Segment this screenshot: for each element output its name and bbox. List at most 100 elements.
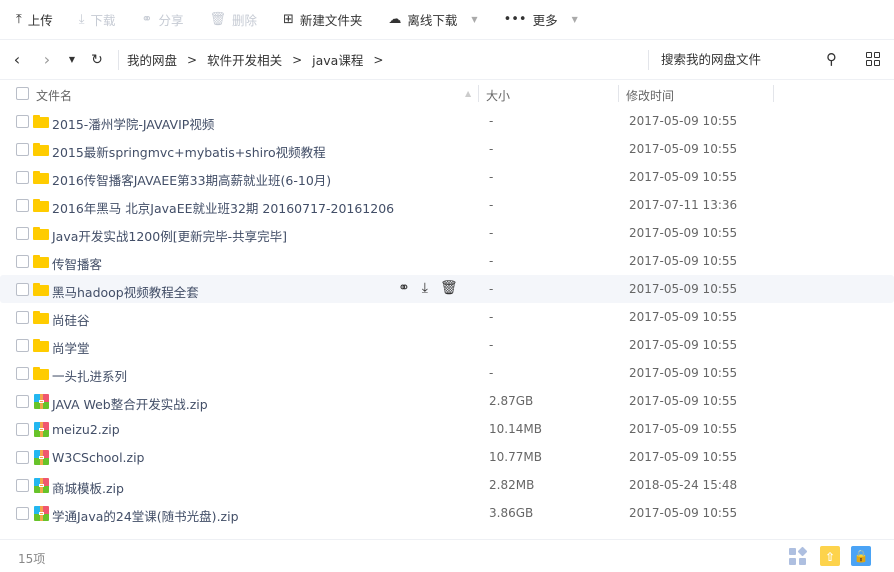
table-row[interactable]: Java开发实战1200例[更新完毕-共享完毕] - 2017-05-09 10:5… — [0, 219, 894, 247]
file-name[interactable]: Java开发实战1200例[更新完毕-共享完毕] — [52, 226, 287, 245]
chevron-right-icon: > — [292, 52, 303, 67]
file-modified-time: 2017-05-09 10:55 — [629, 450, 738, 464]
file-name[interactable]: 传智播客 — [52, 254, 102, 273]
download-button[interactable]: ⤓ 下载 — [79, 10, 116, 29]
download-icon[interactable]: ⤓ — [422, 280, 428, 296]
grid-view-icon[interactable] — [866, 52, 880, 66]
search-icon[interactable]: ⚲ — [826, 50, 837, 68]
breadcrumb-item[interactable]: java课程 — [312, 50, 363, 69]
folder-icon — [33, 255, 49, 268]
item-count: 15项 — [18, 552, 46, 566]
zip-icon — [34, 450, 49, 465]
row-checkbox[interactable] — [16, 171, 29, 184]
delete-button[interactable]: 🗑 删除 — [209, 10, 257, 29]
table-row[interactable]: W3CSchool.zip 10.77MB 2017-05-09 10:55 — [0, 443, 894, 471]
folder-icon — [33, 171, 49, 184]
column-divider[interactable] — [478, 85, 479, 102]
table-row[interactable]: 一头扎进系列 - 2017-05-09 10:55 — [0, 359, 894, 387]
refresh-button[interactable]: ↻ — [84, 52, 110, 68]
row-checkbox[interactable] — [16, 507, 29, 520]
folder-icon — [33, 143, 49, 156]
breadcrumb-item[interactable]: 软件开发相关 — [207, 50, 282, 69]
upload-button[interactable]: ⤒ 上传 — [16, 10, 53, 29]
apps-icon[interactable] — [789, 546, 808, 566]
breadcrumb-item[interactable]: 我的网盘 — [127, 50, 177, 69]
file-name[interactable]: 2016传智播客JAVAEE第33期高薪就业班(6-10月) — [52, 170, 331, 189]
row-checkbox[interactable] — [16, 451, 29, 464]
row-checkbox[interactable] — [16, 143, 29, 156]
more-button[interactable]: ••• 更多 ▼ — [504, 10, 578, 29]
column-time[interactable]: 修改时间 — [626, 87, 674, 104]
column-size[interactable]: 大小 — [486, 87, 510, 104]
row-checkbox[interactable] — [16, 199, 29, 212]
file-name[interactable]: 学通Java的24堂课(随书光盘).zip — [52, 506, 239, 525]
file-name[interactable]: 尚学堂 — [52, 338, 90, 357]
row-checkbox[interactable] — [16, 227, 29, 240]
chevron-down-icon[interactable]: ▼ — [572, 15, 578, 24]
forward-button[interactable]: › — [34, 50, 60, 69]
file-name[interactable]: 2015最新springmvc+mybatis+shiro视频教程 — [52, 142, 326, 161]
file-name[interactable]: 商城模板.zip — [52, 478, 124, 497]
file-list: 2015-潘州学院-JAVAVIP视频 -2017-05-09 10:55 2015… — [0, 107, 894, 527]
row-checkbox[interactable] — [16, 283, 29, 296]
file-modified-time: 2017-05-09 10:55 — [629, 422, 738, 436]
table-row[interactable]: JAVA Web整合开发实战.zip 2.87GB 2017-05-09 10:55 — [0, 387, 894, 415]
file-size: 3.86GB — [489, 506, 534, 520]
trash-icon[interactable]: 🗑 — [440, 280, 458, 296]
row-checkbox[interactable] — [16, 479, 29, 492]
new-folder-button[interactable]: ⊞ 新建文件夹 — [283, 10, 362, 29]
file-name[interactable]: meizu2.zip — [52, 422, 120, 437]
row-checkbox[interactable] — [16, 339, 29, 352]
row-checkbox[interactable] — [16, 423, 29, 436]
lock-icon[interactable]: 🔒 — [851, 546, 871, 566]
row-checkbox[interactable] — [16, 395, 29, 408]
file-modified-time: 2017-05-09 10:55 — [629, 282, 738, 296]
column-divider[interactable] — [618, 85, 619, 102]
table-row[interactable]: 2015最新springmvc+mybatis+shiro视频教程 - 2017-0… — [0, 135, 894, 163]
file-modified-time: 2017-05-09 10:55 — [629, 114, 738, 128]
folder-icon — [33, 311, 49, 324]
file-name[interactable]: 黑马hadoop视频教程全套 — [52, 282, 199, 301]
file-name[interactable]: 尚硅谷 — [52, 310, 90, 329]
file-name[interactable]: 一头扎进系列 — [52, 366, 127, 385]
toolbar: ⤒ 上传 ⤓ 下载 ⚭ 分享 🗑 删除 ⊞ 新建文件夹 ☁ 离线下载 ▼ ••• 更多 ▼ — [0, 0, 894, 40]
file-name[interactable]: 2015-潘州学院-JAVAVIP视频 — [52, 114, 214, 133]
table-row[interactable]: meizu2.zip 10.14MB 2017-05-09 10:55 — [0, 415, 894, 443]
column-divider[interactable] — [773, 85, 774, 102]
table-row[interactable]: 尚学堂 - 2017-05-09 10:55 — [0, 331, 894, 359]
upload-folder-icon[interactable]: ⇧ — [820, 546, 840, 566]
chevron-right-icon[interactable]: > — [373, 53, 383, 67]
file-name[interactable]: JAVA Web整合开发实战.zip — [52, 394, 208, 413]
file-name[interactable]: W3CSchool.zip — [52, 450, 144, 465]
table-header: 文件名 ▲ 大小 修改时间 — [0, 80, 894, 107]
share-button[interactable]: ⚭ 分享 — [142, 10, 184, 29]
offline-download-button[interactable]: ☁ 离线下载 ▼ — [388, 10, 477, 29]
share-icon[interactable]: ⚭ — [398, 280, 410, 296]
file-modified-time: 2017-05-09 10:55 — [629, 366, 738, 380]
table-row[interactable]: 黑马hadoop视频教程全套 ⚭ ⤓ 🗑 - 2017-05-09 10:55 — [0, 275, 894, 303]
table-row[interactable]: 2015-潘州学院-JAVAVIP视频 - 2017-05-09 10:55 — [0, 107, 894, 135]
table-row[interactable]: 传智播客 - 2017-05-09 10:55 — [0, 247, 894, 275]
row-checkbox[interactable] — [16, 367, 29, 380]
table-row[interactable]: 学通Java的24堂课(随书光盘).zip 3.86GB 2017-05-09 10… — [0, 499, 894, 527]
row-checkbox[interactable] — [16, 311, 29, 324]
file-modified-time: 2017-05-09 10:55 — [629, 310, 738, 324]
file-name[interactable]: 2016年黑马 北京JavaEE就业班32期 20160717-20161206 — [52, 198, 394, 217]
row-checkbox[interactable] — [16, 255, 29, 268]
history-dropdown[interactable]: ▼ — [64, 55, 80, 64]
file-size: 2.82MB — [489, 478, 535, 492]
cloud-icon: ☁ — [388, 12, 402, 27]
table-row[interactable]: 尚硅谷 - 2017-05-09 10:55 — [0, 303, 894, 331]
back-button[interactable]: ‹ — [4, 50, 30, 69]
select-all-checkbox[interactable] — [16, 87, 29, 100]
zip-icon — [34, 478, 49, 493]
chevron-down-icon[interactable]: ▼ — [471, 15, 477, 24]
table-row[interactable]: 商城模板.zip 2.82MB 2018-05-24 15:48 — [0, 471, 894, 499]
sort-icon: ▲ — [465, 89, 472, 98]
table-row[interactable]: 2016年黑马 北京JavaEE就业班32期 20160717-20161206… — [0, 191, 894, 219]
table-row[interactable]: 2016传智播客JAVAEE第33期高薪就业班(6-10月) - 2017-05-0… — [0, 163, 894, 191]
file-size: 10.14MB — [489, 422, 542, 436]
column-name[interactable]: 文件名 — [36, 87, 72, 104]
row-checkbox[interactable] — [16, 115, 29, 128]
file-size: 2.87GB — [489, 394, 534, 408]
